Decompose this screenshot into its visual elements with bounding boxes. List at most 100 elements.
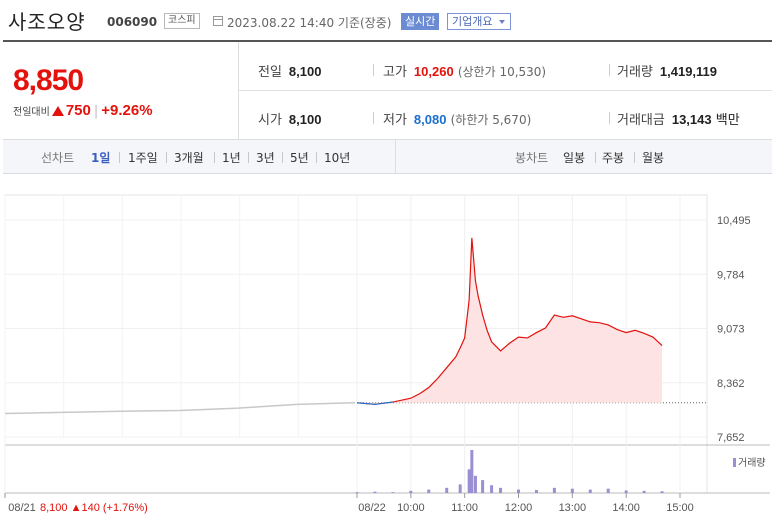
volume-bar: [570, 488, 574, 493]
x-tick-label: 10:00: [397, 502, 425, 514]
tab-10-years[interactable]: 10년: [324, 149, 350, 166]
volume-value: 1,419,119: [659, 64, 718, 79]
divider: [214, 152, 215, 163]
volume-bar: [606, 488, 610, 493]
divider: [282, 152, 283, 163]
volume-bar: [355, 492, 359, 493]
volume-bar: [534, 489, 538, 493]
x-tick-label: 12:00: [505, 502, 533, 514]
volume-bar: [373, 491, 377, 493]
tab-1-week[interactable]: 1주일: [128, 149, 158, 166]
prev-day-info: 8,100 ▲140 (+1.76%): [40, 502, 148, 514]
change-amount: 750: [65, 102, 91, 119]
volume-bar: [624, 490, 628, 493]
current-price: 8,850: [13, 64, 84, 97]
period-tabs: 선차트 1일 1주일 3개월 1년 3년 5년 10년 봉차트 일봉 주봉 월봉: [3, 140, 772, 174]
y-tick-label: 7,652: [717, 432, 745, 444]
prev-close: 전일 8,100: [258, 61, 321, 80]
divider: [248, 152, 249, 163]
tab-3-years[interactable]: 3년: [256, 149, 275, 166]
volume-bar: [552, 487, 556, 493]
volume-bar: [458, 484, 462, 493]
divider: [395, 140, 396, 174]
day-high-value: 10,260: [413, 64, 454, 79]
upper-limit: (상한가 10,530): [457, 65, 547, 79]
candle-chart-label: 봉차트: [515, 151, 549, 165]
market-badge: 코스피: [164, 13, 200, 29]
divider: [609, 64, 610, 76]
tab-5-years[interactable]: 5년: [290, 149, 309, 166]
day-low-label: 저가: [383, 113, 407, 128]
tab-1-year[interactable]: 1년: [222, 149, 241, 166]
volume: 거래량 1,419,119: [617, 61, 717, 80]
timestamp: 2023.08.22 14:40 기준(장중): [227, 16, 392, 30]
up-arrow-icon: [51, 106, 64, 116]
divider: [238, 42, 239, 140]
day-low-value: 8,080: [413, 112, 447, 127]
stock-header: 사조오양 006090 코스피 2023.08.22 14:40 기준(장중) …: [0, 0, 773, 40]
volume-bar: [445, 487, 449, 493]
x-tick-label: 13:00: [559, 502, 587, 514]
x-tick-label: 08/22: [358, 502, 386, 514]
stock-code: 006090: [107, 15, 158, 29]
chevron-down-icon: [499, 20, 506, 24]
trade-amount-value: 13,143: [671, 112, 712, 127]
tab-1-day[interactable]: 1일: [91, 149, 110, 166]
open-value: 8,100: [288, 112, 322, 127]
change-rate: +9.26%: [101, 102, 153, 119]
volume-bar: [490, 485, 494, 493]
stock-name[interactable]: 사조오양: [8, 6, 86, 35]
volume-legend-swatch: [733, 458, 736, 467]
open-price: 시가 8,100: [258, 109, 321, 128]
y-tick-label: 8,362: [717, 378, 745, 390]
volume-bar: [391, 492, 395, 493]
open-label: 시가: [258, 113, 282, 128]
day-high-label: 고가: [383, 65, 407, 80]
prev-close-label: 전일: [258, 65, 282, 80]
change-label: 전일대비: [13, 107, 50, 118]
prev-day-line: [4, 402, 356, 415]
x-tick-label: 15:00: [666, 502, 694, 514]
trade-amount-unit: 백만: [715, 112, 740, 127]
volume-bar: [642, 490, 646, 493]
divider: [609, 112, 610, 124]
realtime-button[interactable]: 실시간: [401, 13, 440, 30]
divider: |: [93, 104, 99, 119]
change-row: 전일대비 750 | +9.26%: [13, 102, 153, 119]
trade-amount: 거래대금 13,143 백만: [617, 109, 740, 128]
tab-daily-candle[interactable]: 일봉: [563, 149, 585, 166]
day-high: 고가 10,260 (상한가 10,530): [383, 61, 546, 80]
tab-monthly-candle[interactable]: 월봉: [642, 149, 664, 166]
divider: [166, 152, 167, 163]
prev-close-value: 8,100: [288, 64, 322, 79]
volume-bar: [517, 489, 520, 493]
volume-bar: [481, 480, 485, 493]
y-tick-label: 9,784: [717, 269, 745, 281]
volume-bar: [467, 469, 471, 493]
company-overview-label: 기업개요: [452, 15, 493, 28]
company-overview-dropdown[interactable]: 기업개요: [447, 13, 512, 30]
price-chart[interactable]: 10,495 9,784 9,073 8,362 7,652 08/21 08/22 10:0…: [0, 175, 773, 527]
y-tick-label: 10,495: [717, 215, 751, 227]
day-low: 저가 8,080 (하한가 5,670): [383, 109, 531, 128]
x-tick-label: 11:00: [451, 502, 478, 514]
line-chart-label: 선차트: [41, 151, 75, 165]
volume-bar: [499, 487, 503, 493]
calendar-icon: [213, 16, 223, 26]
trade-amount-label: 거래대금: [617, 113, 665, 128]
volume-legend-label: 거래량: [738, 457, 766, 469]
volume-label: 거래량: [617, 65, 653, 80]
volume-bar: [470, 450, 474, 493]
volume-bar: [588, 489, 592, 493]
volume-bar: [473, 475, 477, 493]
divider: [239, 90, 772, 91]
y-tick-label: 9,073: [717, 324, 745, 336]
volume-bars: [355, 450, 664, 493]
divider: [119, 152, 120, 163]
divider: [316, 152, 317, 163]
divider: [595, 152, 596, 163]
x-tick-label: 08/21: [8, 502, 36, 514]
tab-3-months[interactable]: 3개월: [174, 149, 204, 166]
volume-bar: [427, 489, 431, 493]
tab-weekly-candle[interactable]: 주봉: [602, 149, 624, 166]
